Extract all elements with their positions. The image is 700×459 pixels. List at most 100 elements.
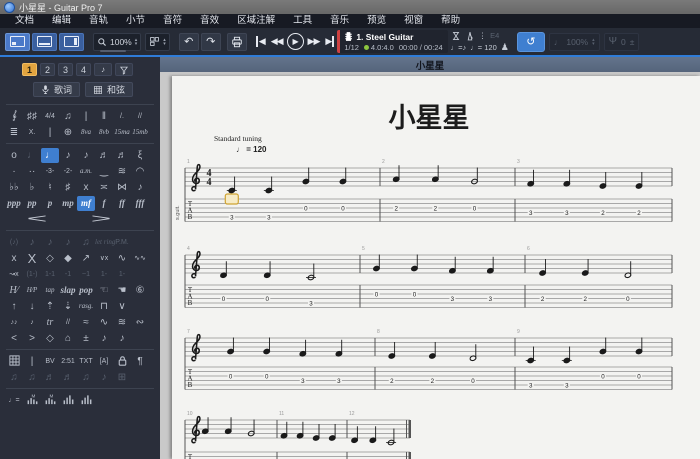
palette-icon[interactable]: BV	[41, 354, 59, 369]
palette-icon[interactable]: mf	[77, 196, 95, 211]
menu-item[interactable]: 区域注解	[228, 14, 284, 28]
menu-item[interactable]: 小节	[117, 14, 154, 28]
palette-icon[interactable]: pp	[23, 196, 41, 211]
voice-tab-3[interactable]: 3	[58, 63, 73, 76]
menu-item[interactable]: 工具	[284, 14, 321, 28]
palette-icon[interactable]: 1-1	[41, 267, 59, 282]
view-mode-page-button[interactable]	[5, 33, 30, 51]
page-layout-control[interactable]: ▴▾	[145, 33, 170, 51]
palette-icon[interactable]: ♫	[77, 370, 95, 385]
palette-icon[interactable]: f	[95, 196, 113, 211]
palette-icon[interactable]: mp	[59, 196, 77, 211]
palette-icon[interactable]: 1-	[113, 267, 131, 282]
palette-icon[interactable]: p	[41, 196, 59, 211]
palette-icon[interactable]: ♮	[41, 180, 59, 195]
voice-tab-2[interactable]: 2	[40, 63, 55, 76]
menu-item[interactable]: 音乐	[321, 14, 358, 28]
palette-icon[interactable]: -1	[59, 267, 77, 282]
palette-icon[interactable]: 4/4	[41, 109, 59, 124]
palette-icon[interactable]: H⁄P	[23, 283, 41, 298]
palette-icon[interactable]: TXT	[77, 354, 95, 369]
redo-button[interactable]: ↷	[201, 33, 221, 51]
palette-icon[interactable]: a.m.	[77, 164, 95, 179]
menu-item[interactable]: 音符	[154, 14, 191, 28]
eqm-icon[interactable]	[23, 393, 41, 408]
palette-icon[interactable]: ~1	[77, 267, 95, 282]
voice-tab-4[interactable]: 4	[76, 63, 91, 76]
palette-icon[interactable]: pop	[77, 283, 95, 298]
score-canvas[interactable]: 44TABs.guit.13300222033322TAB40035003362…	[172, 76, 700, 459]
palette-icon[interactable]: 15mb	[131, 125, 149, 140]
note-tool-button[interactable]: ♪	[94, 63, 112, 76]
palette-icon[interactable]: ‿	[95, 164, 113, 179]
palette-icon[interactable]: ♫	[23, 370, 41, 385]
palette-icon[interactable]: ♩	[23, 148, 41, 163]
eq-icon[interactable]	[77, 393, 95, 408]
palette-icon[interactable]: ∿∿	[131, 251, 149, 266]
more-options-icon[interactable]: ⋮	[479, 31, 487, 40]
palette-icon[interactable]: ♪	[113, 331, 131, 346]
palette-icon[interactable]: ≋	[113, 164, 131, 179]
palette-icon[interactable]: ∾	[131, 315, 149, 330]
palette-icon[interactable]: >	[23, 331, 41, 346]
lyrics-button[interactable]: 歌词	[33, 82, 80, 97]
palette-icon[interactable]: <	[5, 331, 23, 346]
palette-icon[interactable]: [A]	[95, 354, 113, 369]
palette-icon[interactable]: (1-)	[23, 267, 41, 282]
zoom-control[interactable]: 100% ▴▾	[93, 33, 141, 51]
palette-icon[interactable]: tr	[41, 315, 59, 330]
palette-icon[interactable]: ♪	[95, 331, 113, 346]
menu-item[interactable]: 音轨	[80, 14, 117, 28]
palette-icon[interactable]: ♭♭	[5, 180, 23, 195]
palette-icon[interactable]: ξ	[131, 148, 149, 163]
palette-icon[interactable]: ↑	[5, 299, 23, 314]
voice-tab-1[interactable]: 1	[22, 63, 37, 76]
palette-icon[interactable]: ♪	[59, 235, 77, 250]
palette-icon[interactable]: X.	[23, 125, 41, 140]
palette-icon[interactable]: ♬	[113, 148, 131, 163]
palette-icon[interactable]: ♪	[23, 315, 41, 330]
palette-icon[interactable]: ∨x	[95, 251, 113, 266]
palette-icon[interactable]: ♬	[95, 148, 113, 163]
palette-icon[interactable]: ◇	[41, 251, 59, 266]
palette-icon[interactable]: ♪	[77, 148, 95, 163]
palette-icon[interactable]: ⊕	[59, 125, 77, 140]
palette-icon[interactable]: ∿	[113, 251, 131, 266]
palette-icon[interactable]: ⌂	[59, 331, 77, 346]
palette-icon[interactable]: ↝x	[5, 267, 23, 282]
palette-icon[interactable]: ♬	[59, 370, 77, 385]
palette-icon[interactable]: 8va	[77, 125, 95, 140]
palette-icon[interactable]: ∿	[95, 315, 113, 330]
palette-icon[interactable]: ◠	[131, 164, 149, 179]
menu-item[interactable]: 视窗	[395, 14, 432, 28]
note-equals-toggle[interactable]: ♩=♪	[451, 43, 467, 52]
grid-icon[interactable]	[5, 354, 23, 369]
palette-icon[interactable]: ♭	[23, 180, 41, 195]
track-display[interactable]: 1. Steel Guitar 1/12 4.0:4.0 00:00 / 00:…	[337, 30, 447, 53]
menu-item[interactable]: 音效	[191, 14, 228, 28]
palette-icon[interactable]: ¶	[131, 354, 149, 369]
menu-item[interactable]: 帮助	[432, 14, 469, 28]
palette-icon[interactable]: ↗	[77, 251, 95, 266]
menu-item[interactable]: 编辑	[43, 14, 80, 28]
palette-icon[interactable]: ⊓	[95, 299, 113, 314]
palette-icon[interactable]: P.M.	[113, 235, 131, 250]
lock-icon[interactable]	[113, 354, 131, 369]
palette-icon[interactable]: (♪)	[5, 235, 23, 250]
palette-icon[interactable]: ♪	[95, 370, 113, 385]
palette-icon[interactable]: ♩	[41, 148, 59, 163]
hourglass-icon[interactable]	[451, 31, 461, 41]
palette-icon[interactable]: 15ma	[113, 125, 131, 140]
menu-item[interactable]: 预览	[358, 14, 395, 28]
palette-icon[interactable]: ··	[23, 164, 41, 179]
palette-icon[interactable]: x	[77, 180, 95, 195]
palette-icon[interactable]: ≋	[113, 315, 131, 330]
palette-icon[interactable]: -2-	[59, 164, 77, 179]
palette-icon[interactable]: 1-	[95, 267, 113, 282]
loop-button[interactable]: ↺	[517, 32, 545, 52]
palette-icon[interactable]: ·	[5, 164, 23, 179]
palette-icon[interactable]: fff	[131, 196, 149, 211]
palette-icon[interactable]: ☜	[95, 283, 113, 298]
palette-icon[interactable]: 2:51	[59, 354, 77, 369]
palette-icon[interactable]: rasg.	[77, 299, 95, 314]
